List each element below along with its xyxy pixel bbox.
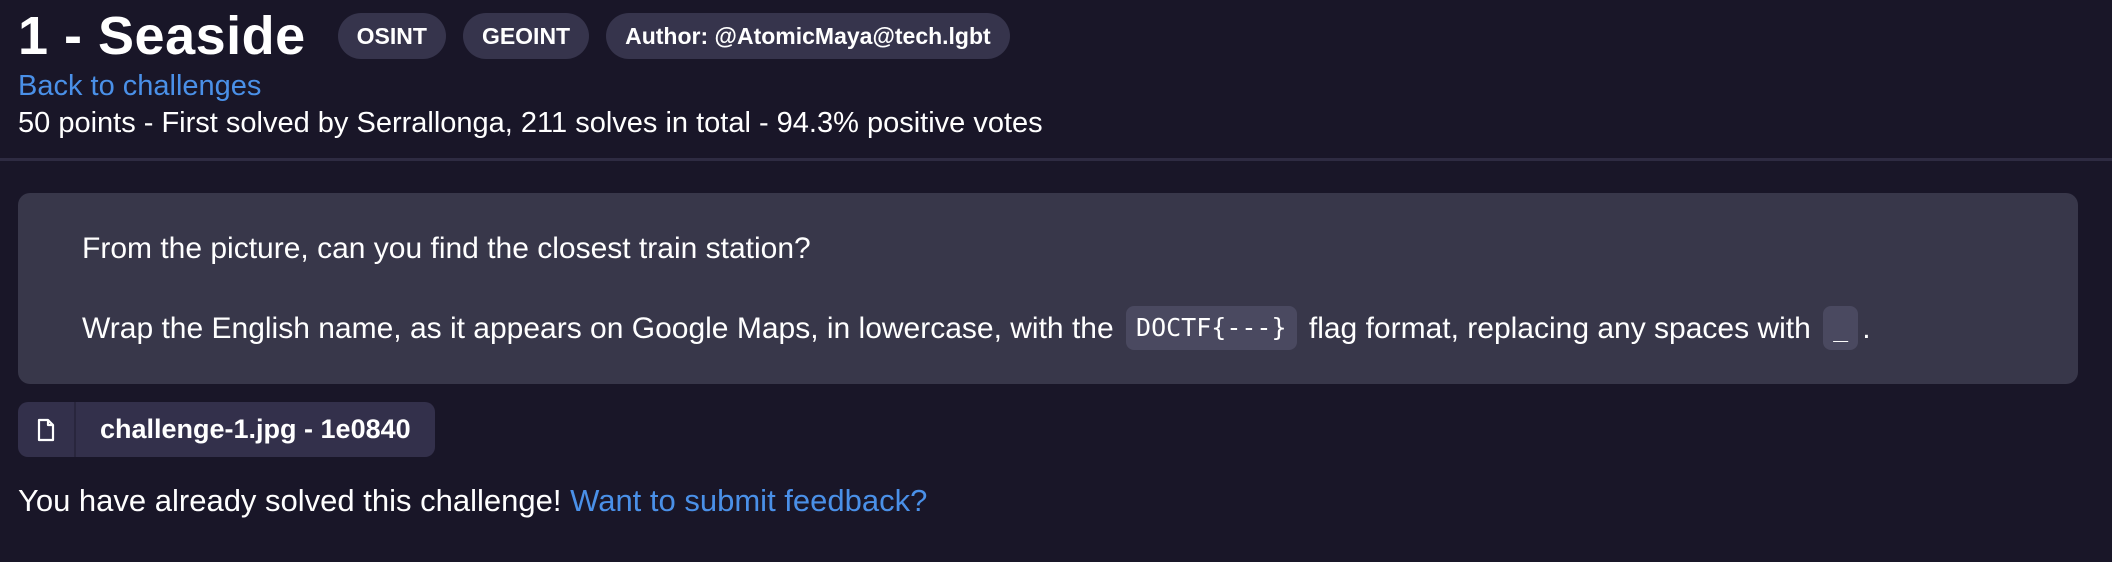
submit-feedback-link[interactable]: Want to submit feedback? <box>570 483 927 518</box>
solved-message: You have already solved this challenge! <box>18 483 562 518</box>
flag-format-code: DOCTF{---} <box>1126 306 1297 350</box>
tag-osint: OSINT <box>337 13 446 59</box>
description-line-2: Wrap the English name, as it appears on … <box>82 306 1871 352</box>
description-line-1: From the picture, can you find the close… <box>82 232 811 265</box>
challenge-description: From the picture, can you find the close… <box>18 193 2078 384</box>
description-text-3: . <box>1862 311 1871 345</box>
back-to-challenges-link[interactable]: Back to challenges <box>18 68 261 104</box>
challenge-title: 1 - Seaside <box>18 6 306 66</box>
solved-status: You have already solved this challenge! … <box>18 481 927 521</box>
description-text-2: flag format, replacing any spaces with <box>1308 311 1811 345</box>
title-row: 1 - Seaside OSINT GEOINT Author: @Atomic… <box>18 6 1027 66</box>
challenge-stats: 50 points - First solved by Serrallonga,… <box>18 107 1043 139</box>
tag-author: Author: @AtomicMaya@tech.lgbt <box>606 13 1010 59</box>
tag-geoint: GEOINT <box>462 13 590 59</box>
file-icon <box>18 402 76 457</box>
description-text-1: Wrap the English name, as it appears on … <box>82 311 1114 345</box>
challenge-header: 1 - Seaside OSINT GEOINT Author: @Atomic… <box>0 0 2112 161</box>
attachment-download-button[interactable]: challenge-1.jpg - 1e0840 <box>18 402 435 457</box>
attachment-name: challenge-1.jpg - 1e0840 <box>100 414 411 444</box>
space-replacement-code: _ <box>1823 306 1859 350</box>
